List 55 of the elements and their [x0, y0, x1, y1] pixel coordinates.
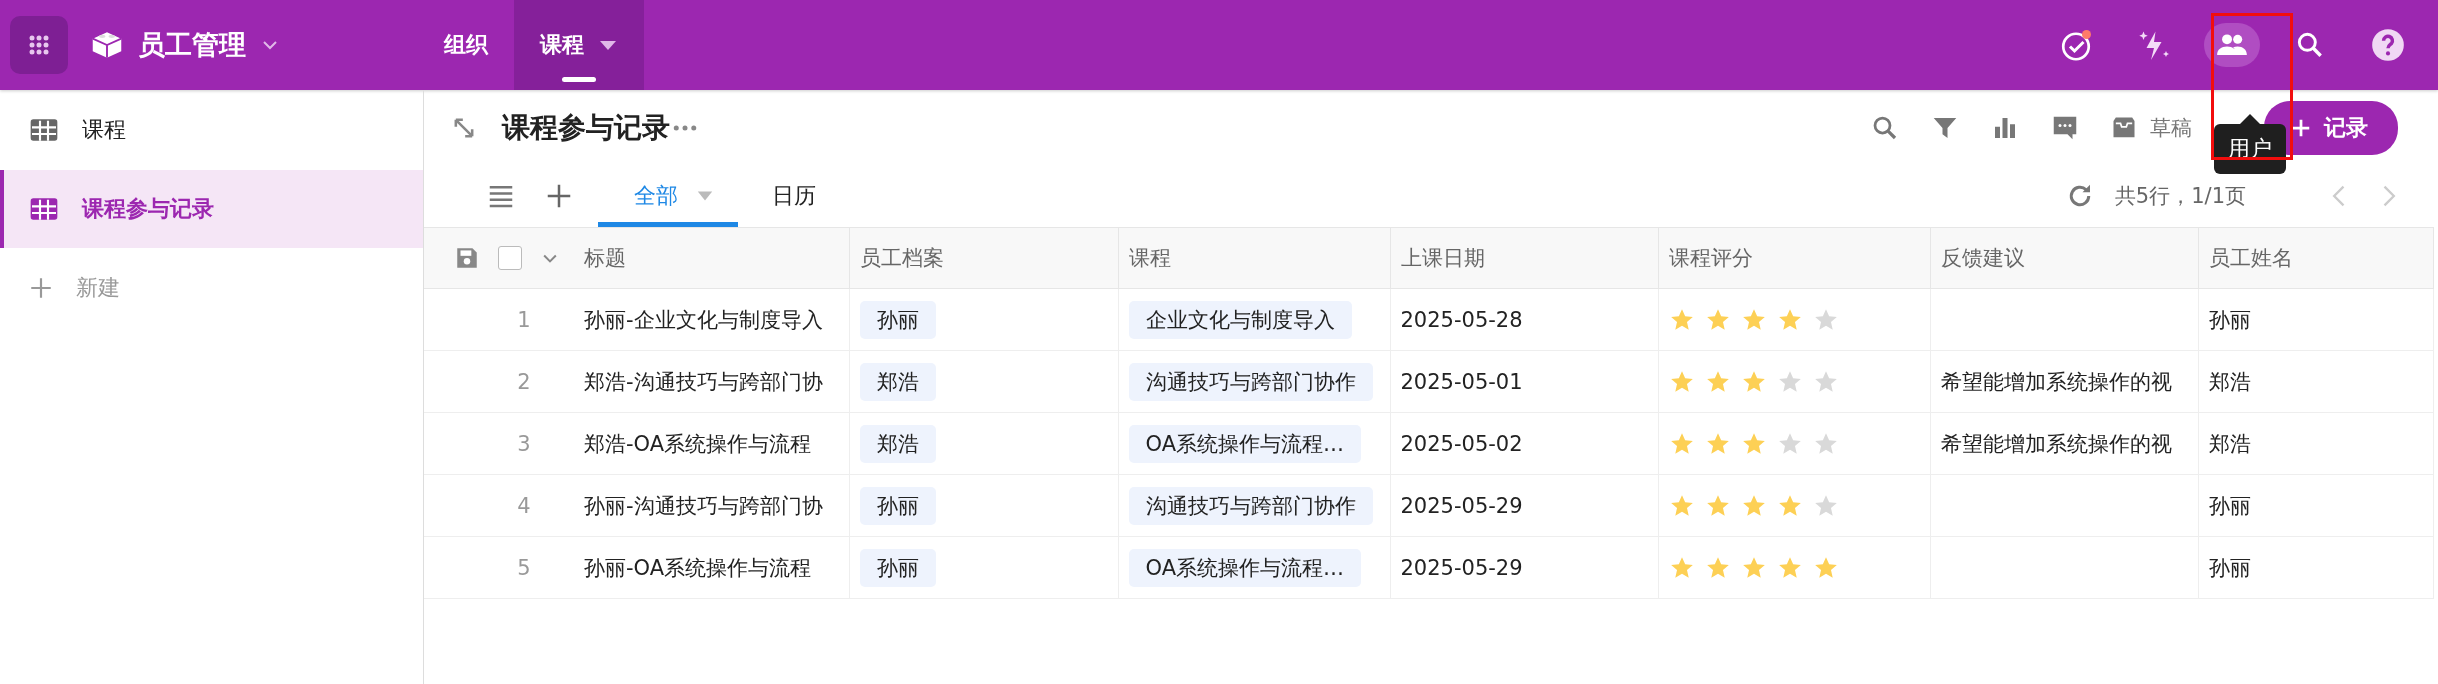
column-header[interactable]: 课程评分	[1658, 227, 1930, 289]
employee-tag[interactable]: 孙丽	[859, 548, 936, 587]
course-tag[interactable]: OA系统操作与流程…	[1128, 424, 1362, 463]
row-number: 1	[424, 288, 574, 351]
table-cell: 郑浩-沟通技巧与跨部门协	[574, 350, 849, 413]
table-cell: 2025-05-29	[1390, 536, 1658, 599]
nav-tab[interactable]: 组织	[418, 0, 514, 90]
column-header[interactable]: 标题	[574, 227, 849, 289]
column-header[interactable]: 员工姓名	[2198, 227, 2434, 289]
table-cell: 郑浩	[2198, 412, 2434, 475]
pagination-text: 共5行，1/1页	[2114, 183, 2246, 210]
table-cell: 郑浩-OA系统操作与流程	[574, 412, 849, 475]
course-tag[interactable]: OA系统操作与流程…	[1128, 548, 1362, 587]
course-tag[interactable]: 沟通技巧与跨部门协作	[1128, 362, 1373, 401]
nav-tab[interactable]: 课程	[514, 0, 644, 90]
table-cell: 孙丽	[2198, 536, 2434, 599]
employee-tag[interactable]: 郑浩	[859, 424, 936, 463]
table-cell: 孙丽-沟通技巧与跨部门协	[574, 474, 849, 537]
row-number: 2	[424, 350, 574, 413]
employee-tag[interactable]: 孙丽	[859, 486, 936, 525]
page-title: 课程参与记录	[502, 109, 670, 146]
plus-icon[interactable]	[28, 275, 54, 301]
course-tag[interactable]: 企业文化与制度导入	[1128, 300, 1352, 339]
table-cell: 孙丽-OA系统操作与流程	[574, 536, 849, 599]
app-name[interactable]: 员工管理	[138, 27, 246, 63]
grid-dots-icon[interactable]	[27, 33, 51, 57]
table-cell: 郑浩	[2198, 350, 2434, 413]
caret-icon[interactable]	[598, 39, 618, 51]
sidebar-item[interactable]: 课程参与记录	[0, 170, 423, 248]
column-header[interactable]: 员工档案	[849, 227, 1118, 289]
sidebar-item[interactable]: 课程	[0, 98, 423, 162]
apps-button[interactable]	[10, 16, 68, 74]
column-header[interactable]: 课程	[1118, 227, 1390, 289]
row-number: 4	[424, 474, 574, 537]
view-tab[interactable]: 日历	[750, 165, 838, 227]
tooltip-arrow-icon	[2240, 114, 2260, 124]
table-cell: 孙丽	[2198, 288, 2434, 351]
table-cell: 孙丽-企业文化与制度导入	[574, 288, 849, 351]
column-header[interactable]: 上课日期	[1390, 227, 1658, 289]
row-number: 3	[424, 412, 574, 475]
column-header[interactable]: 反馈建议	[1930, 227, 2198, 289]
table-cell: 希望能增加系统操作的视	[1940, 369, 2172, 394]
save-icon[interactable]	[454, 245, 480, 271]
select-all-checkbox[interactable]	[498, 246, 522, 270]
table-cell: 2025-05-29	[1390, 474, 1658, 537]
table-cell: 2025-05-28	[1390, 288, 1658, 351]
table-cell: 2025-05-01	[1390, 350, 1658, 413]
row-number: 5	[424, 536, 574, 599]
table-cell: 孙丽	[2198, 474, 2434, 537]
table-cell: 希望能增加系统操作的视	[1940, 431, 2172, 456]
help-icon[interactable]	[2369, 26, 2407, 64]
employee-tag[interactable]: 孙丽	[859, 300, 936, 339]
course-tag[interactable]: 沟通技巧与跨部门协作	[1128, 486, 1373, 525]
employee-tag[interactable]: 郑浩	[859, 362, 936, 401]
table-cell: 2025-05-02	[1390, 412, 1658, 475]
